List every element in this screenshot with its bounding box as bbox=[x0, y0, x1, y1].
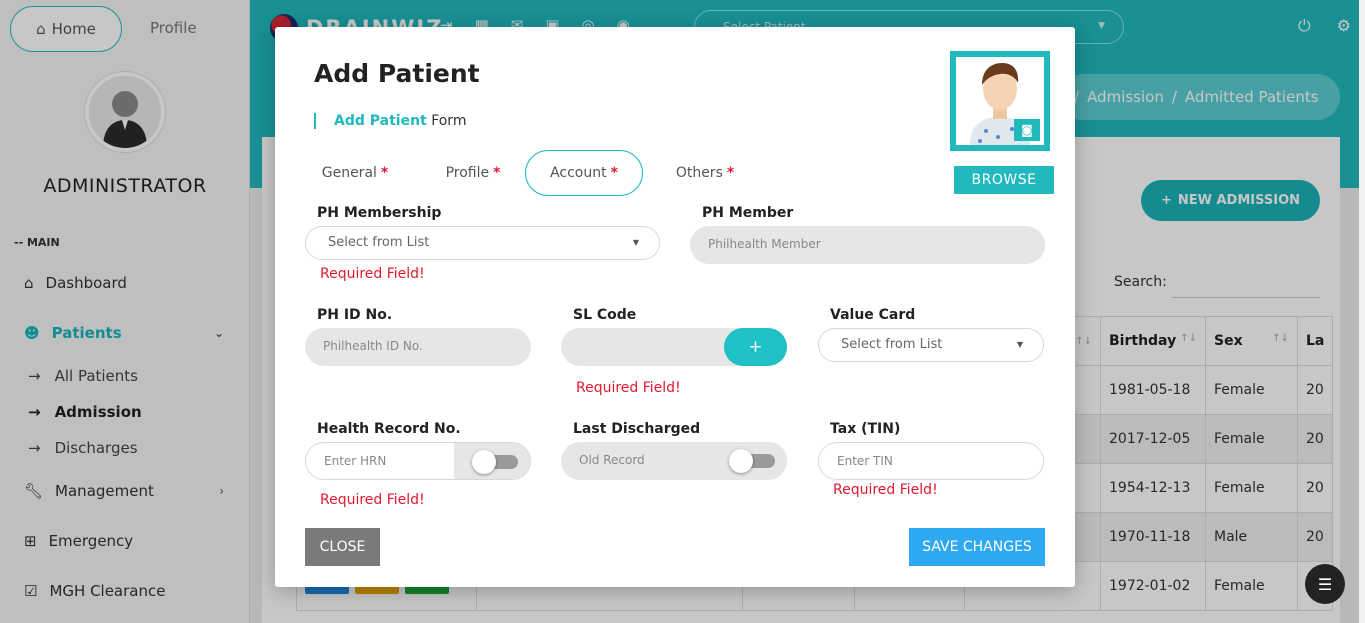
tin-field[interactable]: Enter TIN bbox=[818, 442, 1044, 480]
ph-member-placeholder: Philhealth Member bbox=[708, 237, 821, 251]
value-card-select[interactable]: Select from List ▼ bbox=[818, 328, 1044, 362]
sl-code-label: SL Code bbox=[573, 307, 637, 323]
ph-member-label: PH Member bbox=[702, 205, 794, 221]
patient-photo: ◙ bbox=[950, 51, 1050, 151]
required-asterisk: * bbox=[610, 165, 618, 181]
hrn-label: Health Record No. bbox=[317, 421, 461, 437]
tab-label: Others bbox=[675, 165, 723, 181]
ph-id-field[interactable]: Philhealth ID No. bbox=[305, 328, 531, 366]
form-subtitle-rest: Form bbox=[431, 113, 467, 129]
last-discharged-toggle-knob[interactable] bbox=[729, 449, 753, 473]
last-discharged-field: Old Record bbox=[561, 442, 787, 480]
tin-placeholder: Enter TIN bbox=[837, 454, 893, 468]
sl-code-add-button[interactable]: + bbox=[724, 328, 787, 366]
page-scrollbar[interactable] bbox=[1359, 0, 1365, 623]
hrn-toggle-zone bbox=[454, 443, 530, 479]
ph-membership-error: Required Field! bbox=[320, 266, 425, 282]
ph-membership-label: PH Membership bbox=[317, 205, 442, 221]
chat-bubble-icon[interactable]: ☰ bbox=[1305, 564, 1345, 604]
caret-down-icon: ▼ bbox=[1016, 340, 1023, 349]
value-card-label: Value Card bbox=[830, 307, 916, 323]
tab-label: General bbox=[321, 165, 377, 181]
required-asterisk: * bbox=[726, 165, 735, 181]
form-subtitle-accent: Add Patient bbox=[334, 113, 427, 129]
close-button[interactable]: CLOSE bbox=[305, 528, 380, 566]
hrn-placeholder: Enter HRN bbox=[324, 454, 387, 468]
hrn-toggle-knob[interactable] bbox=[472, 450, 496, 474]
ph-membership-select[interactable]: Select from List ▼ bbox=[305, 226, 660, 260]
last-discharged-label: Last Discharged bbox=[573, 421, 701, 437]
hrn-error: Required Field! bbox=[320, 492, 425, 508]
ph-membership-placeholder: Select from List bbox=[328, 235, 430, 250]
tab-others[interactable]: Others * bbox=[665, 150, 745, 196]
tin-error: Required Field! bbox=[833, 482, 938, 498]
tab-account[interactable]: Account * bbox=[525, 150, 643, 196]
tab-label: Profile bbox=[445, 165, 490, 181]
required-asterisk: * bbox=[493, 165, 501, 181]
tin-label: Tax (TIN) bbox=[830, 421, 901, 437]
value-card-placeholder: Select from List bbox=[841, 337, 943, 352]
tab-label: Account bbox=[550, 165, 607, 181]
camera-icon[interactable]: ◙ bbox=[1014, 119, 1040, 141]
ph-member-field: Philhealth Member bbox=[690, 226, 1045, 264]
tab-profile[interactable]: Profile * bbox=[433, 150, 513, 196]
sl-code-field: + bbox=[561, 328, 787, 366]
form-subtitle: Add Patient Form bbox=[314, 113, 466, 129]
required-asterisk: * bbox=[380, 165, 389, 181]
add-patient-modal: Add Patient Add Patient Form ◙ BROWSE Ge… bbox=[275, 27, 1075, 587]
save-changes-button[interactable]: SAVE CHANGES bbox=[909, 528, 1045, 566]
ph-id-placeholder: Philhealth ID No. bbox=[323, 339, 423, 353]
tab-general[interactable]: General * bbox=[315, 150, 395, 196]
ph-id-label: PH ID No. bbox=[317, 307, 393, 323]
last-discharged-placeholder: Old Record bbox=[579, 453, 645, 467]
hrn-field[interactable]: Enter HRN bbox=[305, 442, 531, 480]
browse-button[interactable]: BROWSE bbox=[954, 166, 1054, 194]
last-discharged-toggle-zone bbox=[711, 442, 787, 478]
caret-down-icon: ▼ bbox=[632, 238, 639, 247]
modal-title: Add Patient bbox=[314, 59, 480, 88]
sl-code-error: Required Field! bbox=[576, 380, 681, 396]
